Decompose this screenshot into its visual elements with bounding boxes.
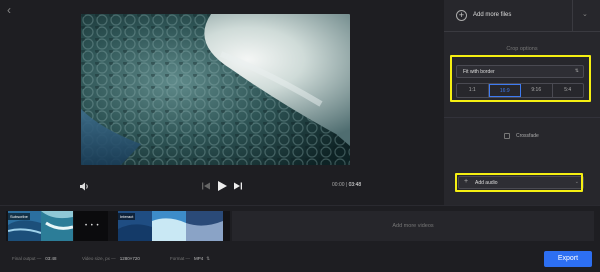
clip-2-label: Interact xyxy=(118,213,136,220)
crossfade-checkbox[interactable] xyxy=(504,133,510,139)
duration: 03:48 xyxy=(348,182,362,188)
section-divider xyxy=(444,117,600,118)
add-more-videos-area[interactable]: Add more videos xyxy=(232,211,594,241)
playback-time: 00:00 | 03:48 xyxy=(332,182,361,188)
export-button[interactable]: Export xyxy=(544,251,592,267)
format-info[interactable]: Format — MP4 ⇅ xyxy=(170,256,210,262)
crop-options-title: Crop options xyxy=(506,46,538,52)
final-output-value: 03:48 xyxy=(45,256,57,261)
prev-icon[interactable] xyxy=(202,178,210,194)
highlight-crop-options xyxy=(450,55,591,102)
plus-circle-icon: + xyxy=(456,10,467,21)
crossfade-toggle[interactable]: Crossfade xyxy=(504,133,539,139)
video-preview[interactable] xyxy=(81,14,350,165)
format-caret-icon[interactable]: ⇅ xyxy=(206,256,210,261)
video-size-value: 1280×720 xyxy=(119,256,140,261)
back-icon[interactable]: ‹ xyxy=(7,4,17,16)
video-frame xyxy=(81,14,350,165)
volume-icon[interactable] xyxy=(80,178,90,194)
final-output-info: Final output —03:48 xyxy=(12,256,57,261)
format-label: Format — xyxy=(170,256,191,261)
play-icon[interactable] xyxy=(218,178,227,194)
editor-main: ‹ 00:00 | 03:48 xyxy=(0,0,444,205)
video-size-label: Video size, px — xyxy=(82,256,116,261)
final-output-label: Final output — xyxy=(12,256,42,261)
highlight-add-audio xyxy=(455,173,583,192)
current-time: 00:00 xyxy=(332,182,345,188)
chevron-down-icon[interactable]: ⌄ xyxy=(582,10,588,18)
next-icon[interactable] xyxy=(234,178,242,194)
more-clips-indicator: • • • xyxy=(85,223,100,229)
clip-1-label: Subscribe xyxy=(8,213,30,220)
add-files-label: Add more files xyxy=(473,12,512,18)
format-value: MP4 xyxy=(194,256,204,261)
video-size-info: Video size, px —1280×720 xyxy=(82,256,140,261)
add-more-files-button[interactable]: + Add more files ⌄ xyxy=(444,0,600,32)
time-separator: | xyxy=(345,182,348,188)
crossfade-label: Crossfade xyxy=(516,133,539,139)
divider xyxy=(572,0,573,32)
